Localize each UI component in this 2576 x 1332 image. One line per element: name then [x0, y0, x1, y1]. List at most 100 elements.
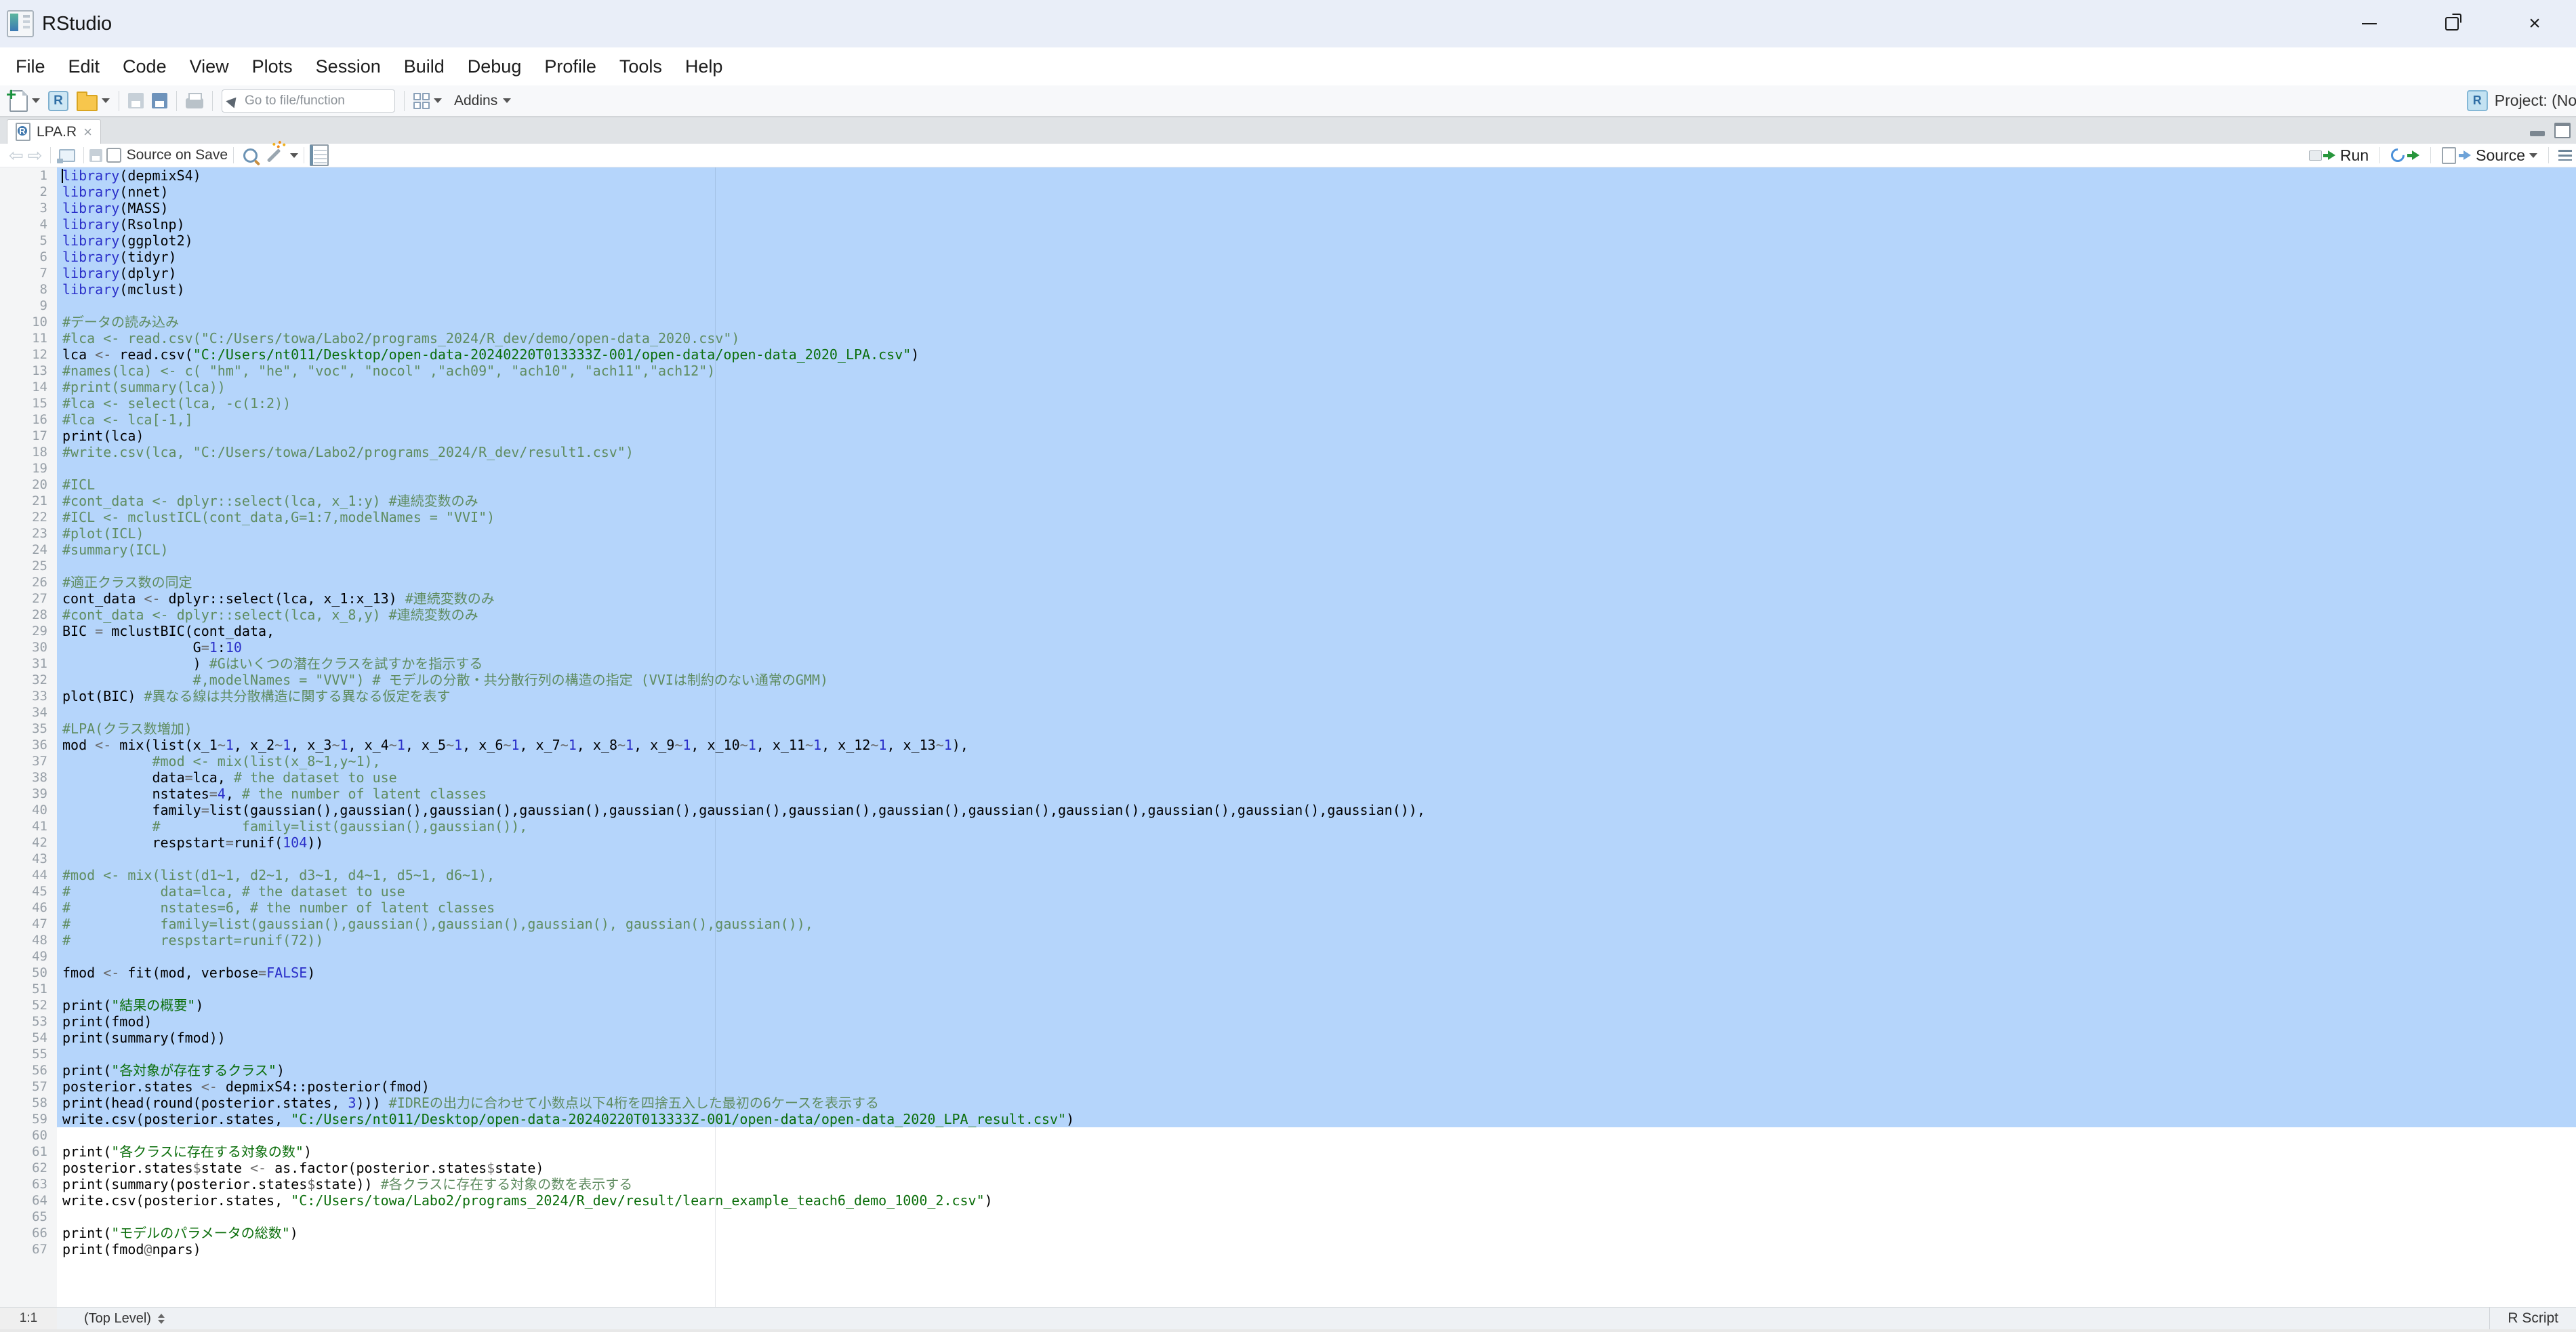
- code-line[interactable]: 7library(dplyr): [0, 265, 2576, 281]
- code-line[interactable]: 22#ICL <- mclustICL(cont_data,G=1:7,mode…: [0, 509, 2576, 525]
- close-button[interactable]: ×: [2493, 0, 2576, 47]
- scope-selector[interactable]: (Top Level): [84, 1311, 165, 1327]
- code-line[interactable]: 5library(ggplot2): [0, 233, 2576, 249]
- code-line[interactable]: 47# family=list(gaussian(),gaussian(),ga…: [0, 916, 2576, 932]
- code-line[interactable]: 58print(head(round(posterior.states, 3))…: [0, 1095, 2576, 1111]
- code-line[interactable]: 29BIC = mclustBIC(cont_data,: [0, 623, 2576, 639]
- compile-report-icon[interactable]: [310, 144, 329, 166]
- code-line[interactable]: 52print("結果の概要"): [0, 997, 2576, 1013]
- menu-help[interactable]: Help: [674, 47, 735, 85]
- code-line[interactable]: 34: [0, 704, 2576, 721]
- code-line[interactable]: 66print("モデルのパラメータの総数"): [0, 1225, 2576, 1241]
- code-line[interactable]: 44#mod <- mix(list(d1~1, d2~1, d3~1, d4~…: [0, 867, 2576, 883]
- code-line[interactable]: 30 G=1:10: [0, 639, 2576, 655]
- code-line[interactable]: 32 #,modelNames = "VVV") # モデルの分散・共分散行列の…: [0, 672, 2576, 688]
- menu-tools[interactable]: Tools: [608, 47, 674, 85]
- menu-profile[interactable]: Profile: [533, 47, 608, 85]
- code-line[interactable]: 36mod <- mix(list(x_1~1, x_2~1, x_3~1, x…: [0, 737, 2576, 753]
- code-line[interactable]: 9: [0, 298, 2576, 314]
- code-tools-icon[interactable]: [267, 148, 281, 163]
- code-line[interactable]: 28#cont_data <- dplyr::select(lca, x_8,y…: [0, 607, 2576, 623]
- code-line[interactable]: 19: [0, 460, 2576, 477]
- code-line[interactable]: 13#names(lca) <- c( "hm", "he", "voc", "…: [0, 363, 2576, 379]
- code-line[interactable]: 38 data=lca, # the dataset to use: [0, 769, 2576, 786]
- code-line[interactable]: 59write.csv(posterior.states, "C:/Users/…: [0, 1111, 2576, 1127]
- menu-file[interactable]: File: [4, 47, 57, 85]
- code-line[interactable]: 27cont_data <- dplyr::select(lca, x_1:x_…: [0, 590, 2576, 607]
- code-line[interactable]: 55: [0, 1046, 2576, 1062]
- save-current-icon[interactable]: [89, 149, 102, 162]
- code-line[interactable]: 67print(fmod@npars): [0, 1241, 2576, 1257]
- code-tools-caret-icon[interactable]: [290, 153, 298, 158]
- code-line[interactable]: 2library(nnet): [0, 184, 2576, 200]
- code-line[interactable]: 64write.csv(posterior.states, "C:/Users/…: [0, 1192, 2576, 1209]
- back-icon[interactable]: ⇦: [7, 146, 26, 164]
- menu-edit[interactable]: Edit: [57, 47, 112, 85]
- code-line[interactable]: 37 #mod <- mix(list(x_8~1,y~1),: [0, 753, 2576, 769]
- code-line[interactable]: 26#適正クラス数の同定: [0, 574, 2576, 590]
- code-line[interactable]: 62posterior.states$state <- as.factor(po…: [0, 1160, 2576, 1176]
- code-line[interactable]: 54print(summary(fmod)): [0, 1030, 2576, 1046]
- code-line[interactable]: 20#ICL: [0, 477, 2576, 493]
- workspace-panes-button[interactable]: [409, 87, 446, 115]
- document-outline-icon[interactable]: [2558, 150, 2572, 161]
- menu-plots[interactable]: Plots: [241, 47, 304, 85]
- code-editor[interactable]: 1library(depmixS4)2library(nnet)3library…: [0, 167, 2576, 1307]
- code-line[interactable]: 31 ) #Gはいくつの潜在クラスを試すかを指示する: [0, 655, 2576, 672]
- code-line[interactable]: 23#plot(ICL): [0, 525, 2576, 542]
- code-line[interactable]: 43: [0, 851, 2576, 867]
- code-line[interactable]: 42 respstart=runif(104)): [0, 834, 2576, 851]
- code-line[interactable]: 18#write.csv(lca, "C:/Users/towa/Labo2/p…: [0, 444, 2576, 460]
- new-file-button[interactable]: +: [5, 87, 44, 115]
- open-file-button[interactable]: [73, 87, 114, 115]
- code-line[interactable]: 60: [0, 1127, 2576, 1144]
- find-replace-icon[interactable]: [243, 148, 258, 163]
- print-button[interactable]: [182, 87, 207, 115]
- tab-close-icon[interactable]: ×: [83, 125, 92, 140]
- minimize-pane-icon[interactable]: [2530, 131, 2545, 136]
- code-line[interactable]: 1library(depmixS4): [0, 167, 2576, 184]
- addins-button[interactable]: Addins: [446, 87, 515, 115]
- source-button[interactable]: Source: [2436, 145, 2543, 165]
- code-line[interactable]: 3library(MASS): [0, 200, 2576, 216]
- minimize-button[interactable]: [2328, 0, 2411, 47]
- file-type-selector[interactable]: R Script: [2489, 1308, 2576, 1329]
- menu-build[interactable]: Build: [392, 47, 456, 85]
- menu-code[interactable]: Code: [111, 47, 178, 85]
- code-line[interactable]: 56print("各対象が存在するクラス"): [0, 1062, 2576, 1078]
- code-line[interactable]: 50fmod <- fit(mod, verbose=FALSE): [0, 965, 2576, 981]
- code-line[interactable]: 61print("各クラスに存在する対象の数"): [0, 1144, 2576, 1160]
- code-line[interactable]: 4library(Rsolnp): [0, 216, 2576, 233]
- code-line[interactable]: 11#lca <- read.csv("C:/Users/towa/Labo2/…: [0, 330, 2576, 346]
- code-line[interactable]: 33plot(BIC) #異なる線は共分散構造に関する異なる仮定を表す: [0, 688, 2576, 704]
- code-line[interactable]: 25: [0, 558, 2576, 574]
- code-line[interactable]: 51: [0, 981, 2576, 997]
- restore-button[interactable]: [2411, 0, 2493, 47]
- code-line[interactable]: 35#LPA(クラス数増加): [0, 721, 2576, 737]
- menu-session[interactable]: Session: [304, 47, 392, 85]
- code-line[interactable]: 15#lca <- select(lca, -c(1:2)): [0, 395, 2576, 411]
- code-line[interactable]: 8library(mclust): [0, 281, 2576, 298]
- code-line[interactable]: 16#lca <- lca[-1,]: [0, 411, 2576, 428]
- code-line[interactable]: 45# data=lca, # the dataset to use: [0, 883, 2576, 900]
- code-line[interactable]: 49: [0, 948, 2576, 965]
- code-line[interactable]: 41 # family=list(gaussian(),gaussian()),: [0, 818, 2576, 834]
- run-button[interactable]: Run: [2304, 145, 2374, 165]
- code-line[interactable]: 57posterior.states <- depmixS4::posterio…: [0, 1078, 2576, 1095]
- save-button[interactable]: [124, 87, 148, 115]
- code-line[interactable]: 14#print(summary(lca)): [0, 379, 2576, 395]
- save-all-button[interactable]: [148, 87, 171, 115]
- code-line[interactable]: 21#cont_data <- dplyr::select(lca, x_1:y…: [0, 493, 2576, 509]
- code-line[interactable]: 65: [0, 1209, 2576, 1225]
- code-line[interactable]: 40 family=list(gaussian(),gaussian(),gau…: [0, 802, 2576, 818]
- code-line[interactable]: 46# nstates=6, # the number of latent cl…: [0, 900, 2576, 916]
- source-on-save-checkbox[interactable]: [106, 148, 121, 163]
- menu-view[interactable]: View: [178, 47, 241, 85]
- forward-icon[interactable]: ⇨: [26, 146, 45, 164]
- code-line[interactable]: 39 nstates=4, # the number of latent cla…: [0, 786, 2576, 802]
- code-line[interactable]: 6library(tidyr): [0, 249, 2576, 265]
- menu-debug[interactable]: Debug: [456, 47, 533, 85]
- maximize-pane-icon[interactable]: [2554, 123, 2571, 138]
- tab-lpa-r[interactable]: LPA.R ×: [7, 119, 101, 144]
- code-line[interactable]: 63print(summary(posterior.states$state))…: [0, 1176, 2576, 1192]
